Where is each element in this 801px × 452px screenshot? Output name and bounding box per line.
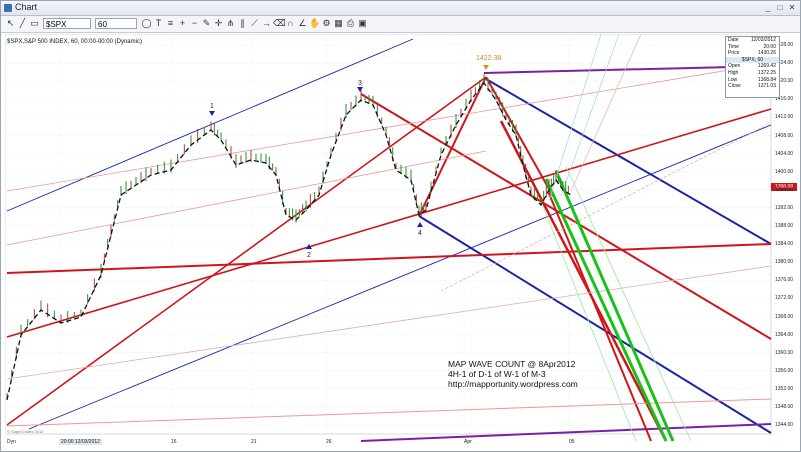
minimize-button[interactable]: _ (763, 3, 773, 12)
pencil-icon[interactable]: ✎ (201, 18, 212, 29)
cursor-icon[interactable]: ↖ (5, 18, 16, 29)
channel-icon[interactable]: ∥ (237, 18, 248, 29)
grid-icon[interactable]: ▦ (333, 18, 344, 29)
y-tick-label: 1348.00 (775, 404, 794, 410)
zoom-out-icon[interactable]: − (189, 18, 200, 29)
toolbar: ↖ ╱ ▭ $SPX 60 ◯ T ≡ + − ✎ ✛ ⋔ ∥ ⟋ → ⌫ ∩ ∠ ✋ ⚙ ▦ ⎙ ▣ (1, 16, 800, 33)
y-tick-label: 1392.00 (775, 204, 794, 211)
y-tick-label: 1408.00 (775, 132, 794, 139)
data-row-time: Time 20:00 (728, 43, 776, 50)
data-row-close: Close 1371.03 (728, 83, 776, 90)
gann-icon[interactable]: ∠ (297, 18, 308, 29)
chart-window: Chart _ □ ✕ ↖ ╱ ▭ $SPX 60 ◯ T ≡ + − ✎ ✛ ⋔ ∥ ⟋ → ⌫ ∩ ∠… (0, 0, 801, 452)
x-tick-label: Dyn (7, 439, 16, 445)
save-icon[interactable]: ▣ (357, 18, 368, 29)
data-row-price: Price 1430.26 (728, 50, 776, 57)
x-tick-label: 26 (326, 439, 332, 445)
maximize-button[interactable]: □ (775, 3, 785, 12)
close-button[interactable]: ✕ (787, 3, 797, 12)
watermark: © SuperCharts 2012 (7, 429, 44, 434)
app-icon (4, 4, 12, 12)
annotation-text: MAP WAVE COUNT @ 8Apr2012 4H-1 of D-1 of… (448, 359, 578, 389)
y-tick-label: 1364.00 (775, 331, 794, 338)
interval-select[interactable]: 60 (95, 18, 137, 29)
trendline-icon[interactable]: ⟋ (249, 18, 260, 29)
data-section-header: $SPX, 60 (726, 56, 779, 64)
x-tick-label: 21 (251, 439, 257, 445)
data-row-low: Low 1368.84 (728, 76, 776, 83)
chart-heading: $SPX,S&P 500 INDEX, 60, 00:00-00:00 (Dyn… (7, 39, 142, 45)
wave-label-1: 1 (210, 103, 214, 110)
eraser-icon[interactable]: ⌫ (273, 18, 286, 29)
wave-label-4: 4 (418, 230, 422, 237)
line-icon[interactable]: ╱ (17, 18, 28, 29)
text-icon[interactable]: T (153, 18, 164, 29)
y-tick-label: 1400.00 (775, 168, 794, 175)
y-tick-label: 1344.00 (775, 422, 794, 429)
data-window[interactable]: Date 12/03/2012 Time 20:00 Price 1430.26 $S… (725, 36, 780, 98)
y-tick-label: 1352.00 (775, 385, 794, 392)
x-tick-label: 20:00 12/03/2012 (59, 439, 102, 445)
chart-area[interactable] (5, 34, 797, 447)
data-row-high: High 1372.25 (728, 69, 776, 76)
x-tick-label: 16 (171, 439, 177, 445)
hand-icon[interactable]: ✋ (309, 18, 320, 29)
symbol-input[interactable]: $SPX (43, 18, 91, 29)
x-tick-label: 05 (569, 439, 575, 445)
chart-svg[interactable] (5, 34, 797, 447)
title-bar[interactable]: Chart _ □ ✕ (1, 1, 800, 16)
annotation-line-2: 4H-1 of D-1 of W-1 of M-3 (448, 369, 546, 379)
wave-label-2: 2 (307, 252, 311, 259)
x-tick-label: Apr (464, 439, 472, 445)
y-tick-label: 1360.00 (775, 349, 794, 356)
y-tick-label: 1384.00 (775, 241, 794, 248)
fib-icon[interactable]: ≡ (165, 18, 176, 29)
magnet-icon[interactable]: ∩ (285, 18, 296, 29)
y-tick-label: 1368.00 (775, 313, 794, 320)
annotation-line-3: http://mapportunity.wordpress.com (448, 379, 578, 389)
settings-icon[interactable]: ⚙ (321, 18, 332, 29)
y-tick-label: 1388.00 (775, 223, 794, 229)
zoom-in-icon[interactable]: + (177, 18, 188, 29)
peak-price-label: 1422.38 (476, 55, 502, 62)
data-row-date: Date 12/03/2012 (728, 37, 776, 43)
pitchfork-icon[interactable]: ⋔ (225, 18, 236, 29)
window-title: Chart (15, 2, 38, 12)
crosshair-icon[interactable]: ✛ (213, 18, 224, 29)
rect-icon[interactable]: ▭ (29, 18, 40, 29)
print-icon[interactable]: ⎙ (345, 18, 356, 29)
y-tick-label: 1412.00 (775, 114, 794, 121)
y-tick-label: 1404.00 (775, 150, 794, 157)
y-tick-label: 1396.00 (775, 186, 794, 193)
wave-label-3: 3 (358, 80, 362, 87)
ellipse-icon[interactable]: ◯ (141, 18, 152, 29)
y-tick-label: 1380.00 (775, 259, 794, 266)
arrow-icon[interactable]: → (261, 18, 272, 29)
data-row-open: Open 1369.42 (728, 63, 776, 70)
y-tick-label: 1372.00 (775, 295, 794, 302)
y-tick-label: 1356.00 (775, 367, 794, 374)
y-tick-label: 1376.00 (775, 277, 794, 284)
annotation-line-1: MAP WAVE COUNT @ 8Apr2012 (448, 359, 576, 369)
